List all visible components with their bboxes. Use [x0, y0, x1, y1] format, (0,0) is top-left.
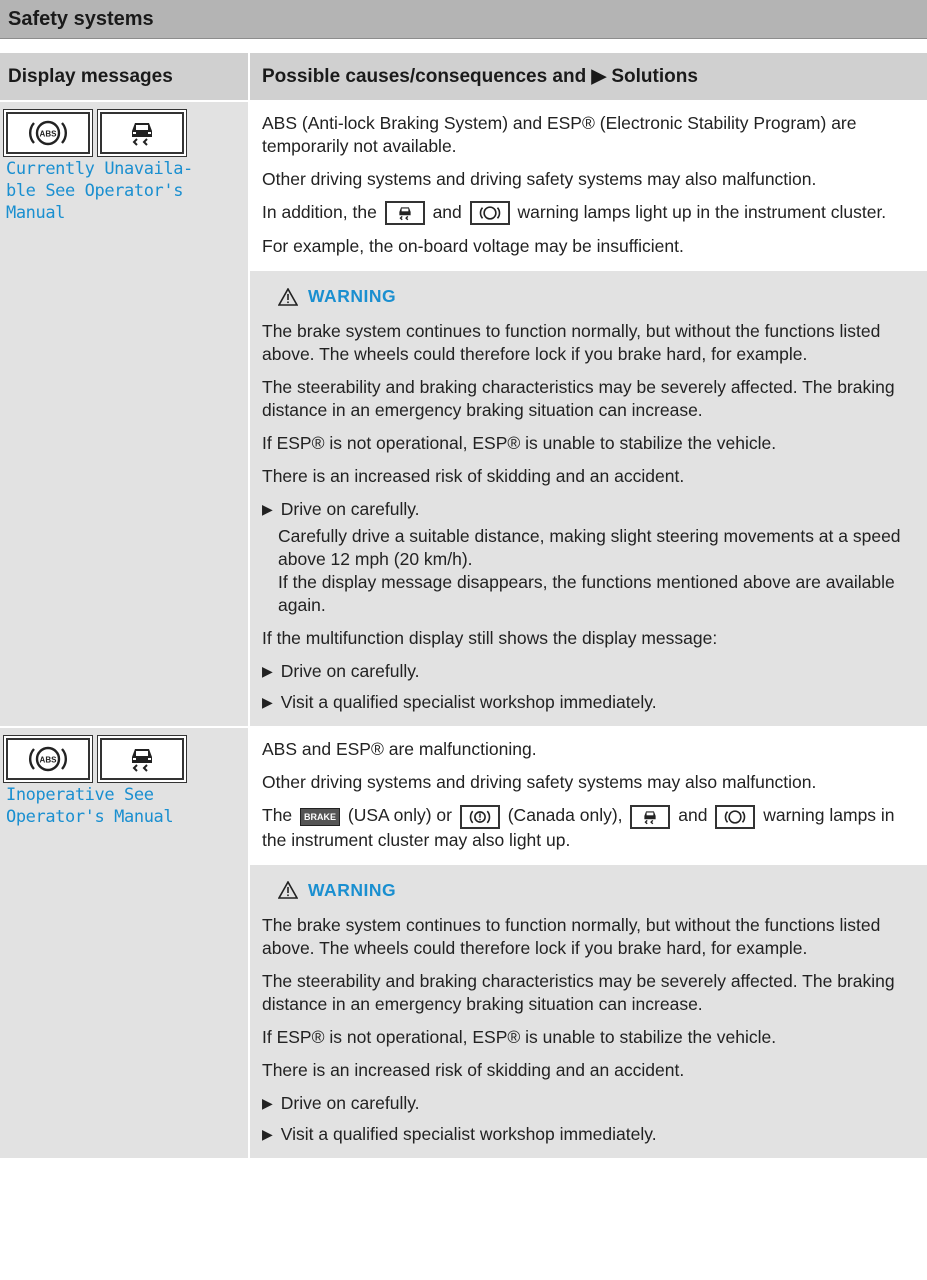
warning-block-2: WARNING The brake system continues to fu…	[250, 863, 927, 1160]
causes-cell-1: ABS (Anti-lock Braking System) and ESP® …	[250, 102, 927, 273]
message-cell-1-cont	[0, 270, 248, 729]
display-message-text: Currently Unavaila- ble See Operator's M…	[6, 159, 193, 223]
brake-icon: BRAKE	[300, 807, 341, 826]
list-item: ▶ Drive on carefully.	[262, 661, 420, 682]
paragraph: ABS and ESP® are malfunctioning.	[262, 739, 537, 760]
message-cell-2: ABS Inoperative See Operator's Manual	[0, 728, 248, 866]
paragraph: If the multifunction display still shows…	[262, 628, 718, 649]
esp-skid-icon	[102, 740, 182, 779]
warning-block-1: WARNING The brake system continues to fu…	[250, 270, 927, 729]
paragraph: The steerability and braking characteris…	[262, 970, 895, 1014]
warning-triangle-icon	[278, 881, 298, 900]
section-header: Safety systems	[0, 0, 927, 39]
svg-text:ABS: ABS	[40, 756, 58, 765]
list-item: ▶ Visit a qualified specialist workshop i…	[262, 1123, 657, 1144]
abs-lamp-icon	[469, 201, 510, 226]
causes-cell-2: ABS and ESP® are malfunctioning. Other d…	[250, 728, 927, 866]
text: (Canada only),	[507, 805, 623, 826]
warning-label: WARNING	[308, 879, 397, 900]
list-item-detail: Carefully drive a suitable distance, mak…	[278, 526, 901, 616]
paragraph: There is an increased risk of skidding a…	[262, 1059, 685, 1080]
message-cell-1: ABS Currently Unavaila- ble See Operator…	[0, 102, 248, 273]
message-cell-2-cont	[0, 863, 248, 1160]
paragraph: The steerability and braking characteris…	[262, 377, 895, 421]
esp-lamp-icon	[630, 804, 671, 829]
display-message-text: Inoperative See Operator's Manual	[6, 785, 174, 828]
paragraph: The brake system continues to function n…	[262, 914, 881, 958]
paragraph: Other driving systems and driving safety…	[262, 772, 817, 793]
paragraph: In addition, the and warning lamps light…	[262, 201, 921, 226]
text: and	[432, 202, 462, 222]
paragraph: If ESP® is not operational, ESP® is unab…	[262, 1026, 777, 1047]
paragraph: ABS (Anti-lock Braking System) and ESP® …	[262, 113, 857, 156]
warning-triangle-icon	[278, 287, 298, 306]
esp-skid-icon	[102, 114, 182, 152]
messages-table: Display messages Possible causes/consequ…	[0, 53, 927, 1160]
list-item: ▶ Drive on carefully.	[262, 499, 420, 520]
text: The	[262, 805, 293, 826]
abs-icon: ABS	[8, 114, 88, 152]
paragraph: Other driving systems and driving safety…	[262, 169, 817, 189]
text: and	[678, 805, 708, 826]
warning-heading: WARNING	[278, 285, 921, 308]
text: (USA only) or	[347, 805, 452, 826]
paragraph: For example, the on-board voltage may be…	[262, 236, 684, 257]
paragraph: The BRAKE (USA only) or (Canada only), a…	[262, 804, 921, 851]
abs-icon: ABS	[8, 740, 88, 779]
column-header-display-messages: Display messages	[0, 53, 248, 102]
abs-lamp-icon	[715, 804, 756, 829]
brake-circle-icon	[459, 804, 500, 829]
svg-text:ABS: ABS	[40, 130, 58, 139]
warning-heading: WARNING	[278, 879, 921, 902]
paragraph: There is an increased risk of skidding a…	[262, 466, 685, 487]
esp-lamp-icon	[384, 201, 425, 226]
list-item: ▶ Drive on carefully.	[262, 1092, 420, 1113]
list-item: ▶ Visit a qualified specialist workshop i…	[262, 692, 657, 713]
text: In addition, the	[262, 202, 377, 222]
warning-label: WARNING	[308, 286, 397, 307]
paragraph: If ESP® is not operational, ESP® is unab…	[262, 433, 777, 454]
paragraph: The brake system continues to function n…	[262, 321, 881, 365]
column-header-causes-solutions: Possible causes/consequences and ▶ Solut…	[250, 53, 927, 102]
text: warning lamps light up in the instrument…	[517, 202, 887, 222]
